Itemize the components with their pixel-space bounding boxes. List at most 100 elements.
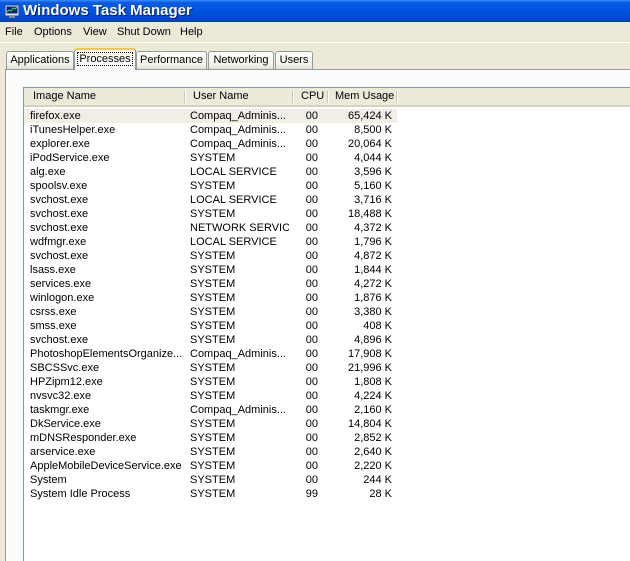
process-cpu: 00 xyxy=(305,390,318,402)
process-row[interactable]: SBCSSvc.exe SYSTEM 00 21,996 K xyxy=(24,361,399,375)
process-row[interactable]: iPodService.exe SYSTEM 00 4,044 K xyxy=(24,151,399,165)
menu-file[interactable]: File xyxy=(4,25,24,39)
process-image-name: System xyxy=(30,474,67,486)
column-cpu[interactable]: CPU xyxy=(295,88,327,105)
process-row[interactable]: System Idle Process SYSTEM 99 28 K xyxy=(24,487,399,501)
process-user-name: LOCAL SERVICE xyxy=(190,166,277,178)
column-user-name[interactable]: User Name xyxy=(187,88,292,105)
process-row[interactable]: PhotoshopElementsOrganize... Compaq_Admin… xyxy=(24,347,399,361)
process-row[interactable]: svchost.exe SYSTEM 00 4,896 K xyxy=(24,333,399,347)
column-image-name[interactable]: Image Name xyxy=(27,88,184,105)
tab-processes[interactable]: Processes xyxy=(74,48,136,70)
process-row[interactable]: taskmgr.exe Compaq_Adminis... 00 2,160 K xyxy=(24,403,399,417)
process-cpu: 00 xyxy=(305,166,318,178)
process-cpu: 00 xyxy=(305,306,318,318)
process-cpu: 00 xyxy=(305,446,318,458)
process-image-name: winlogon.exe xyxy=(30,292,95,304)
process-mem-usage: 2,220 K xyxy=(354,460,392,472)
process-user-name: SYSTEM xyxy=(190,446,236,458)
process-mem-usage: 4,896 K xyxy=(354,334,392,346)
process-cpu: 00 xyxy=(305,152,318,164)
process-row[interactable]: explorer.exe Compaq_Adminis... 00 20,064 K xyxy=(24,137,399,151)
process-mem-usage: 3,596 K xyxy=(354,166,392,178)
process-row[interactable]: smss.exe SYSTEM 00 408 K xyxy=(24,319,399,333)
process-image-name: svchost.exe xyxy=(30,334,89,346)
process-user-name: SYSTEM xyxy=(190,474,236,486)
process-image-name: svchost.exe xyxy=(30,250,89,262)
process-cpu: 00 xyxy=(305,376,318,388)
process-user-name: SYSTEM xyxy=(190,362,236,374)
process-mem-usage: 4,372 K xyxy=(354,222,392,234)
process-row[interactable]: svchost.exe SYSTEM 00 4,872 K xyxy=(24,249,399,263)
process-image-name: AppleMobileDeviceService.exe xyxy=(30,460,182,472)
process-cpu: 00 xyxy=(305,264,318,276)
process-user-name: SYSTEM xyxy=(190,376,236,388)
process-image-name: DkService.exe xyxy=(30,418,101,430)
process-image-name: csrss.exe xyxy=(30,306,77,318)
column-separator[interactable] xyxy=(184,91,185,103)
process-mem-usage: 3,716 K xyxy=(354,194,392,206)
process-user-name: Compaq_Adminis... xyxy=(190,348,286,360)
menu-shut-down[interactable]: Shut Down xyxy=(116,25,172,39)
process-list[interactable]: Image Name User Name CPU Mem Usage firef… xyxy=(23,87,630,561)
menu-view[interactable]: View xyxy=(82,25,108,39)
process-user-name: LOCAL SERVICE xyxy=(190,194,277,206)
column-separator[interactable] xyxy=(292,91,293,103)
process-cpu: 00 xyxy=(305,418,318,430)
process-row[interactable]: nvsvc32.exe SYSTEM 00 4,224 K xyxy=(24,389,399,403)
process-image-name: spoolsv.exe xyxy=(30,180,88,192)
process-row[interactable]: svchost.exe NETWORK SERVICE 00 4,372 K xyxy=(24,221,399,235)
column-separator[interactable] xyxy=(327,91,328,103)
tab-performance[interactable]: Performance xyxy=(136,51,207,69)
process-image-name: lsass.exe xyxy=(30,264,76,276)
process-cpu: 00 xyxy=(305,348,318,360)
process-row[interactable]: winlogon.exe SYSTEM 00 1,876 K xyxy=(24,291,399,305)
menu-help[interactable]: Help xyxy=(179,25,204,39)
process-image-name: svchost.exe xyxy=(30,222,89,234)
process-row[interactable]: arservice.exe SYSTEM 00 2,640 K xyxy=(24,445,399,459)
process-mem-usage: 3,380 K xyxy=(354,306,392,318)
process-user-name: SYSTEM xyxy=(190,334,236,346)
column-mem-usage[interactable]: Mem Usage xyxy=(329,88,397,105)
process-user-name: SYSTEM xyxy=(190,292,236,304)
list-header: Image Name User Name CPU Mem Usage xyxy=(24,88,630,107)
process-row[interactable]: DkService.exe SYSTEM 00 14,804 K xyxy=(24,417,399,431)
process-row[interactable]: csrss.exe SYSTEM 00 3,380 K xyxy=(24,305,399,319)
process-cpu: 00 xyxy=(305,236,318,248)
process-row[interactable]: iTunesHelper.exe Compaq_Adminis... 00 8,500… xyxy=(24,123,399,137)
column-separator[interactable] xyxy=(396,91,397,103)
process-image-name: mDNSResponder.exe xyxy=(30,432,137,444)
process-cpu: 00 xyxy=(305,250,318,262)
process-row[interactable]: System SYSTEM 00 244 K xyxy=(24,473,399,487)
tab-applications[interactable]: Applications xyxy=(6,51,74,69)
process-mem-usage: 65,424 K xyxy=(347,110,392,122)
process-row[interactable]: svchost.exe SYSTEM 00 18,488 K xyxy=(24,207,399,221)
process-row[interactable]: services.exe SYSTEM 00 4,272 K xyxy=(24,277,399,291)
process-row[interactable]: alg.exe LOCAL SERVICE 00 3,596 K xyxy=(24,165,399,179)
process-mem-usage: 21,996 K xyxy=(347,362,392,374)
process-cpu: 00 xyxy=(305,208,318,220)
process-mem-usage: 1,796 K xyxy=(354,236,392,248)
process-row[interactable]: lsass.exe SYSTEM 00 1,844 K xyxy=(24,263,399,277)
process-row[interactable]: AppleMobileDeviceService.exe SYSTEM 00 2,22… xyxy=(24,459,399,473)
process-row[interactable]: wdfmgr.exe LOCAL SERVICE 00 1,796 K xyxy=(24,235,399,249)
process-cpu: 00 xyxy=(305,138,318,150)
process-row[interactable]: spoolsv.exe SYSTEM 00 5,160 K xyxy=(24,179,399,193)
process-mem-usage: 4,044 K xyxy=(354,152,392,164)
tab-networking[interactable]: Networking xyxy=(208,51,274,69)
process-row[interactable]: svchost.exe LOCAL SERVICE 00 3,716 K xyxy=(24,193,399,207)
menu-options[interactable]: Options xyxy=(33,25,73,39)
process-cpu: 00 xyxy=(305,194,318,206)
process-cpu: 00 xyxy=(305,474,318,486)
process-image-name: SBCSSvc.exe xyxy=(30,362,100,374)
process-cpu: 00 xyxy=(305,110,318,122)
process-row[interactable]: HPZipm12.exe SYSTEM 00 1,808 K xyxy=(24,375,399,389)
process-row[interactable]: firefox.exe Compaq_Adminis... 00 65,424 K xyxy=(24,109,399,123)
process-image-name: alg.exe xyxy=(30,166,66,178)
process-mem-usage: 20,064 K xyxy=(347,138,392,150)
process-row[interactable]: mDNSResponder.exe SYSTEM 00 2,852 K xyxy=(24,431,399,445)
tab-users[interactable]: Users xyxy=(275,51,313,69)
process-user-name: Compaq_Adminis... xyxy=(190,138,286,150)
process-user-name: SYSTEM xyxy=(190,390,236,402)
title-bar[interactable]: Windows Task Manager xyxy=(0,0,630,22)
